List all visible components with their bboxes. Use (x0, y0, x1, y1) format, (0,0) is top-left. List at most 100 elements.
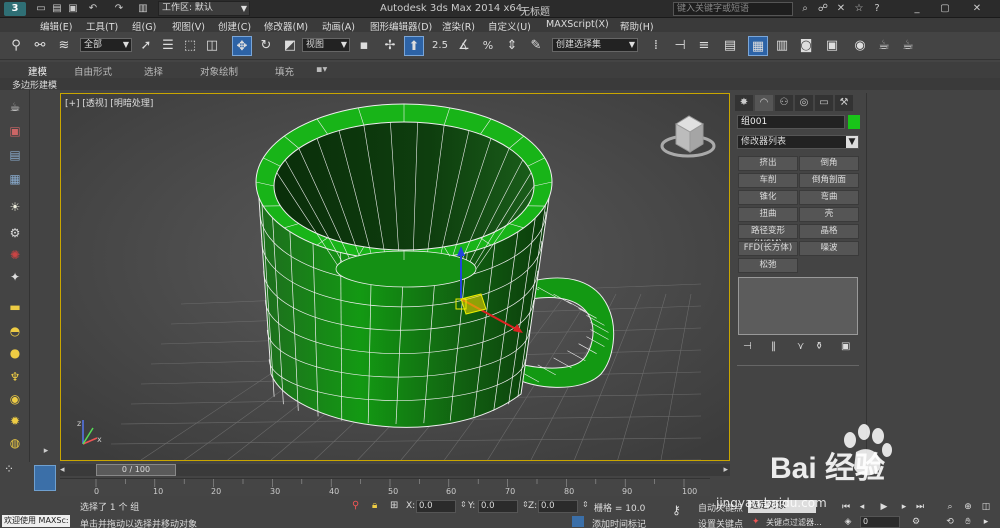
z-spinner-icon[interactable]: ⇕ (582, 500, 589, 509)
new-file-icon[interactable]: ▭ (34, 2, 48, 16)
save-file-icon[interactable]: ▣ (66, 2, 80, 16)
menu-modifiers[interactable]: 修改器(M) (264, 19, 308, 33)
modifier-button-relax[interactable]: 松弛 (738, 258, 798, 273)
graphite-toggle-icon[interactable]: ▤ (720, 36, 740, 56)
subscription-icon[interactable]: ☍ (816, 2, 830, 16)
select-object-icon[interactable]: ➚ (136, 36, 156, 56)
menu-tools[interactable]: 工具(T) (86, 19, 118, 33)
render-window-icon[interactable]: ▣ (5, 122, 25, 140)
modifier-list-select[interactable]: 修改器列表 ▼ (737, 135, 859, 149)
help-icon[interactable]: ? (870, 2, 884, 16)
sphere-icon[interactable]: ● (5, 344, 25, 362)
time-tag-icon[interactable] (572, 516, 584, 527)
angle-snap-icon[interactable]: ∡ (454, 36, 474, 56)
x-coord-field[interactable]: 0.0 (416, 500, 456, 513)
modifier-button-lathe[interactable]: 车削 (738, 173, 798, 188)
utilities-tab-icon[interactable]: ⚒ (835, 95, 853, 111)
app-logo[interactable]: 3 (4, 2, 26, 16)
modifier-button-ffd-box[interactable]: FFD(长方体) (738, 241, 798, 256)
sun-icon[interactable]: ✹ (5, 412, 25, 430)
modifier-button-lattice[interactable]: 晶格 (799, 224, 859, 239)
mini-curve-editor-toggle[interactable] (34, 465, 56, 491)
menu-graph-editors[interactable]: 图形编辑器(D) (370, 19, 432, 33)
camera-icon[interactable]: ⚙ (5, 224, 25, 242)
menu-customize[interactable]: 自定义(U) (488, 19, 531, 33)
tab-modeling[interactable]: 建模 (28, 64, 47, 78)
key-icon[interactable]: ⚷ (672, 503, 681, 517)
percent-snap-icon[interactable]: % (478, 36, 498, 56)
object-name-field[interactable]: 组001 (737, 115, 845, 129)
menu-views[interactable]: 视图(V) (172, 19, 205, 33)
modifier-button-bevel-profile[interactable]: 倒角剖面 (799, 173, 859, 188)
menu-create[interactable]: 创建(C) (218, 19, 251, 33)
maxscript-listener[interactable]: 欢迎使用 MAXSc: (2, 515, 70, 527)
selection-filter-select[interactable]: 全部 ▼ (80, 38, 132, 52)
add-time-tag[interactable]: 添加时间标记 (592, 517, 646, 528)
rendered-frame-icon[interactable]: ◉ (850, 36, 870, 56)
y-coord-field[interactable]: 0.0 (478, 500, 518, 513)
layer-explorer-icon[interactable]: ▦ (5, 170, 25, 188)
select-by-name-icon[interactable]: ☰ (158, 36, 178, 56)
show-end-result-icon[interactable]: ‖ (771, 341, 776, 352)
pin-stack-icon[interactable]: ⊣ (743, 341, 752, 352)
select-and-rotate-icon[interactable]: ↻ (256, 36, 276, 56)
ribbon-options-icon[interactable]: ▪▾ (316, 64, 327, 75)
edit-named-selection-icon[interactable]: ✎ (526, 36, 546, 56)
redo-icon[interactable]: ↷ (112, 2, 126, 16)
grid-dots-icon[interactable]: ⁘ (4, 462, 14, 476)
keyboard-shortcut-override-icon[interactable]: ⬆ (404, 36, 424, 56)
window-crossing-icon[interactable]: ◫ (202, 36, 222, 56)
tab-populate[interactable]: 填充 (275, 64, 294, 78)
tab-freeform[interactable]: 自由形式 (74, 64, 112, 78)
menu-edit[interactable]: 编辑(E) (40, 19, 72, 33)
modifier-button-taper[interactable]: 锥化 (738, 190, 798, 205)
link-icon[interactable]: ⚲ (6, 36, 26, 56)
search-icon[interactable]: ⌕ (798, 2, 812, 16)
track-bar[interactable]: 0 10 20 30 40 50 60 70 80 90 100 (60, 478, 710, 496)
close-icon[interactable]: ✕ (970, 2, 984, 16)
help-search-input[interactable]: 键入关键字或短语 (673, 2, 793, 16)
menu-rendering[interactable]: 渲染(R) (442, 19, 475, 33)
render-production-icon[interactable]: ☕ (874, 36, 894, 56)
viewport-label[interactable]: [+] [透视] [明暗处理] (65, 96, 153, 109)
time-slider-next-icon[interactable]: ▸ (723, 465, 728, 475)
render-setup-icon[interactable]: ▣ (822, 36, 842, 56)
community-icon[interactable]: ✕ (834, 2, 848, 16)
make-unique-icon[interactable]: ⋎ (797, 341, 804, 352)
perspective-viewport[interactable]: z x [+] [透视] [明暗处理] (60, 93, 730, 461)
material-editor-icon[interactable]: ◙ (796, 36, 816, 56)
open-file-icon[interactable]: ▤ (50, 2, 64, 16)
isolate-selection-icon[interactable]: ⚲ (352, 500, 359, 511)
z-coord-field[interactable]: 0.0 (538, 500, 578, 513)
tab-selection[interactable]: 选择 (144, 64, 163, 78)
menu-group[interactable]: 组(G) (132, 19, 156, 33)
viewport-canvas[interactable]: z x (61, 94, 729, 460)
modifier-button-bend[interactable]: 弯曲 (799, 190, 859, 205)
absolute-relative-toggle-icon[interactable]: ⊞ (390, 500, 398, 511)
set-key-button[interactable]: 设置关键点 (698, 517, 743, 528)
pivot-center-icon[interactable]: ▪ (354, 36, 374, 56)
modifier-button-twist[interactable]: 扭曲 (738, 207, 798, 222)
sphere-half-icon[interactable]: ◓ (5, 322, 25, 340)
create-tab-icon[interactable]: ✸ (735, 95, 753, 111)
mirror-icon[interactable]: ⁞ (646, 36, 666, 56)
modifier-button-noise[interactable]: 噪波 (799, 241, 859, 256)
vase-icon[interactable]: ♆ (5, 368, 25, 386)
maximize-icon[interactable]: ▢ (938, 2, 952, 16)
select-manipulate-icon[interactable]: ✢ (380, 36, 400, 56)
reference-coordinate-select[interactable]: 视图 ▼ (302, 38, 350, 52)
box-icon[interactable]: ▬ (5, 298, 25, 316)
render-iterative-icon[interactable]: ☕ (898, 36, 918, 56)
undo-icon[interactable]: ↶ (86, 2, 100, 16)
teapot-icon[interactable]: ☕ (5, 98, 25, 116)
torus-icon[interactable]: ◍ (5, 434, 25, 452)
curve-editor-icon[interactable]: ▦ (748, 36, 768, 56)
menu-help[interactable]: 帮助(H) (620, 19, 654, 33)
modifier-button-path-deform[interactable]: 路径变形 (WSM) (738, 224, 798, 249)
motion-tab-icon[interactable]: ◎ (795, 95, 813, 111)
align-icon[interactable]: ⊣ (670, 36, 690, 56)
time-slider-thumb[interactable]: 0 / 100 (96, 464, 176, 476)
modifier-button-shell[interactable]: 壳 (799, 207, 859, 222)
remove-modifier-icon[interactable]: ⚱ (815, 341, 823, 352)
schematic-view-icon[interactable]: ▥ (772, 36, 792, 56)
